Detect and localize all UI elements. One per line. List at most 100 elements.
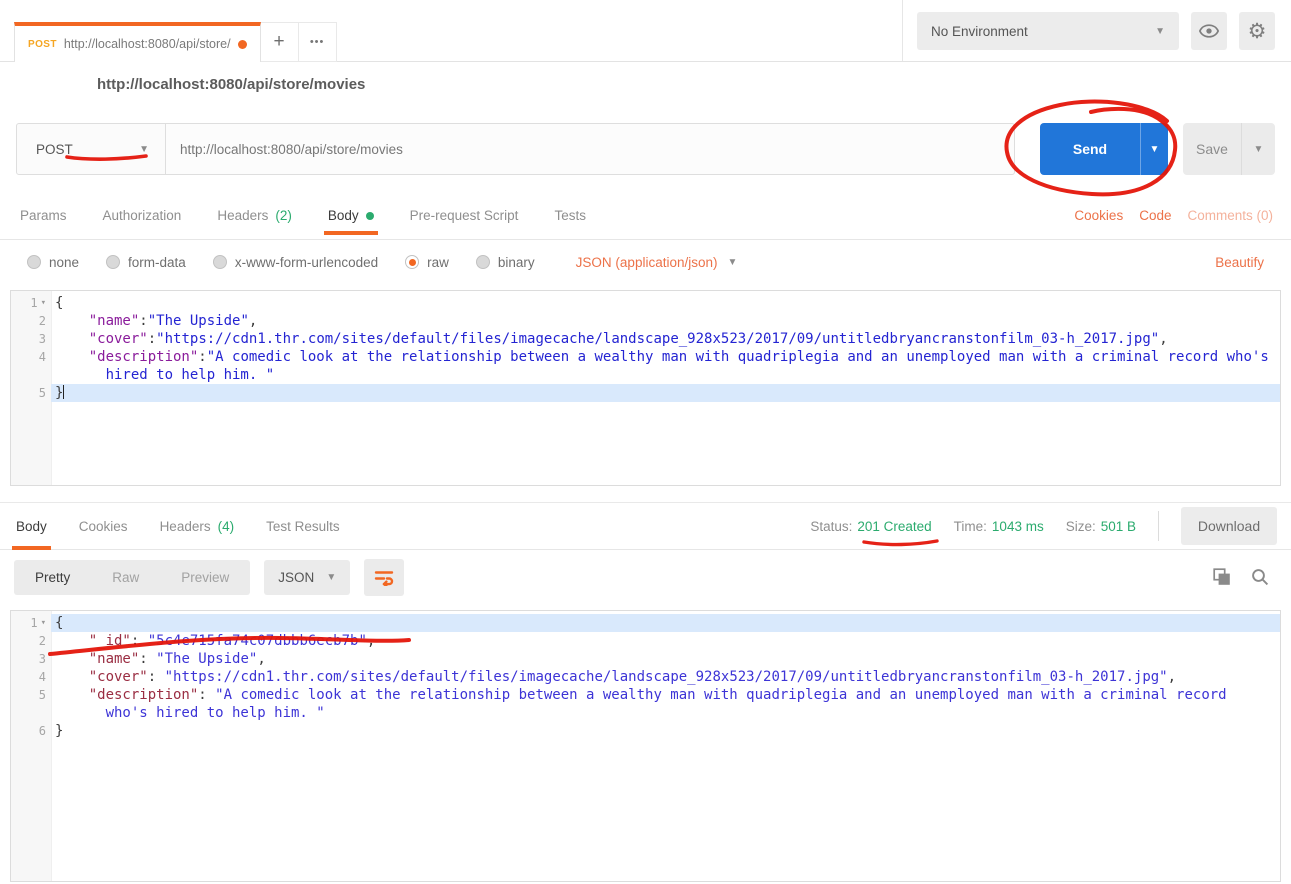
app-header: POST http://localhost:8080/api/store/ + … (0, 0, 1291, 62)
code-token: : (139, 651, 156, 667)
radio-label: binary (498, 255, 535, 270)
url-input[interactable] (166, 123, 1015, 175)
tab-pre-request-script[interactable]: Pre-request Script (410, 192, 519, 240)
new-tab-button[interactable]: + (261, 22, 299, 62)
radio-label: form-data (128, 255, 186, 270)
unsaved-changes-dot (238, 40, 247, 49)
code-token: : (131, 633, 148, 649)
code-line[interactable]: 3 "cover":"https://cdn1.thr.com/sites/de… (11, 330, 1280, 348)
code-line[interactable]: 1▾ { (11, 294, 1280, 312)
tab-headers[interactable]: Headers (2) (217, 192, 292, 240)
method-select[interactable]: POST ▼ (16, 123, 166, 175)
code-line[interactable]: 4 "cover": "https://cdn1.thr.com/sites/d… (11, 668, 1280, 686)
code-line[interactable]: 5} (11, 384, 1280, 402)
save-button-group: Save ▼ (1183, 123, 1275, 175)
line-number-value: 1 (30, 294, 37, 312)
data-present-dot (366, 212, 374, 220)
code-line-text: } (51, 722, 1280, 740)
send-options-button[interactable]: ▼ (1140, 123, 1168, 175)
code-line[interactable]: 1▾{ (11, 614, 1280, 632)
response-tab-headers[interactable]: Headers(4) (160, 502, 235, 550)
tab-label: Body (16, 519, 47, 534)
code-token: { (55, 295, 63, 311)
code-token: : (198, 349, 206, 365)
radio-label: none (49, 255, 79, 270)
tab-authorization[interactable]: Authorization (103, 192, 182, 240)
code-token: "cover" (55, 669, 148, 685)
view-preview[interactable]: Preview (160, 560, 250, 595)
code-line[interactable]: 3 "name": "The Upside", (11, 650, 1280, 668)
view-pretty[interactable]: Pretty (14, 560, 91, 595)
wrap-lines-button[interactable] (364, 559, 404, 596)
response-toolbar-right (1213, 568, 1277, 586)
code-line-text: "description": "A comedic look at the re… (51, 686, 1280, 722)
response-body-editor[interactable]: 1▾{2 "_id": "5c4e715fa74c07dbbb6ecb7b",3… (10, 610, 1281, 882)
cookies-link[interactable]: Cookies (1074, 208, 1123, 223)
request-tab[interactable]: POST http://localhost:8080/api/store/ (14, 22, 261, 62)
line-number-value: 5 (39, 384, 46, 402)
code-link[interactable]: Code (1139, 208, 1171, 223)
code-line[interactable]: 5 "description": "A comedic look at the … (11, 686, 1280, 722)
response-tab-body[interactable]: Body (16, 502, 47, 550)
line-number: 4 (11, 348, 51, 384)
code-line[interactable]: 2 "_id": "5c4e715fa74c07dbbb6ecb7b", (11, 632, 1280, 650)
settings-button[interactable]: ⚙ (1239, 12, 1275, 50)
beautify-link[interactable]: Beautify (1215, 255, 1264, 270)
fold-arrow-icon[interactable]: ▾ (41, 614, 46, 632)
response-format-value: JSON (278, 570, 314, 585)
code-line-text: "name":"The Upside", (51, 312, 1280, 330)
code-token: "A comedic look at the relationship betw… (106, 687, 1235, 721)
response-tab-test-results[interactable]: Test Results (266, 502, 340, 550)
tab-count: (2) (275, 208, 292, 223)
plus-icon: + (274, 31, 285, 53)
body-mode-binary[interactable]: binary (476, 255, 535, 270)
content-type-select[interactable]: JSON (application/json) ▼ (576, 255, 738, 270)
view-raw[interactable]: Raw (91, 560, 160, 595)
send-button[interactable]: Send (1040, 123, 1140, 175)
more-tabs-button[interactable]: ••• (299, 22, 337, 62)
line-number-value: 4 (39, 348, 46, 366)
line-number-value: 2 (39, 312, 46, 330)
tab-label: Body (328, 208, 359, 223)
request-tabs-list: Params Authorization Headers (2) Body Pre-req… (20, 192, 586, 240)
code-line[interactable]: 2 "name":"The Upside", (11, 312, 1280, 330)
tab-url-label: http://localhost:8080/api/store/ (64, 37, 231, 51)
tab-label: Headers (217, 208, 268, 223)
radio-icon (27, 255, 41, 269)
body-mode-x-www-form-urlencoded[interactable]: x-www-form-urlencoded (213, 255, 378, 270)
code-line[interactable]: 6} (11, 722, 1280, 740)
size-badge: Size: 501 B (1066, 519, 1136, 534)
response-tab-cookies[interactable]: Cookies (79, 502, 128, 550)
environment-area: No Environment ▼ ⚙ (902, 0, 1291, 62)
radio-icon (405, 255, 419, 269)
code-line-text: "cover":"https://cdn1.thr.com/sites/defa… (51, 330, 1280, 348)
save-options-button[interactable]: ▼ (1241, 123, 1275, 175)
chevron-down-icon: ▼ (139, 144, 149, 155)
wrap-lines-icon (374, 569, 394, 586)
tab-params[interactable]: Params (20, 192, 67, 240)
download-button[interactable]: Download (1181, 507, 1277, 545)
search-button[interactable] (1251, 568, 1269, 586)
environment-quick-look-button[interactable] (1191, 12, 1227, 50)
body-mode-raw[interactable]: raw (405, 255, 449, 270)
code-line-text: "description":"A comedic look at the rel… (51, 348, 1280, 384)
code-line[interactable]: 4 "description":"A comedic look at the r… (11, 348, 1280, 384)
environment-select[interactable]: No Environment ▼ (917, 12, 1179, 50)
response-format-select[interactable]: JSON ▼ (264, 560, 350, 595)
body-mode-none[interactable]: none (27, 255, 79, 270)
fold-arrow-icon[interactable]: ▾ (41, 294, 46, 312)
save-button[interactable]: Save (1183, 123, 1241, 175)
code-token: : (198, 687, 215, 703)
chevron-down-icon: ▼ (326, 572, 336, 583)
tab-label: Headers (160, 519, 211, 534)
body-mode-form-data[interactable]: form-data (106, 255, 186, 270)
code-token: "description" (55, 349, 198, 365)
line-number-value: 5 (39, 686, 46, 704)
status-value: 201 Created (857, 519, 931, 534)
copy-button[interactable] (1213, 568, 1231, 586)
gear-icon: ⚙ (1248, 21, 1267, 42)
tab-body[interactable]: Body (328, 192, 374, 240)
request-body-editor[interactable]: 1▾ {2 "name":"The Upside",3 "cover":"http… (10, 290, 1281, 486)
tab-tests[interactable]: Tests (554, 192, 586, 240)
comments-link[interactable]: Comments (0) (1187, 208, 1273, 223)
